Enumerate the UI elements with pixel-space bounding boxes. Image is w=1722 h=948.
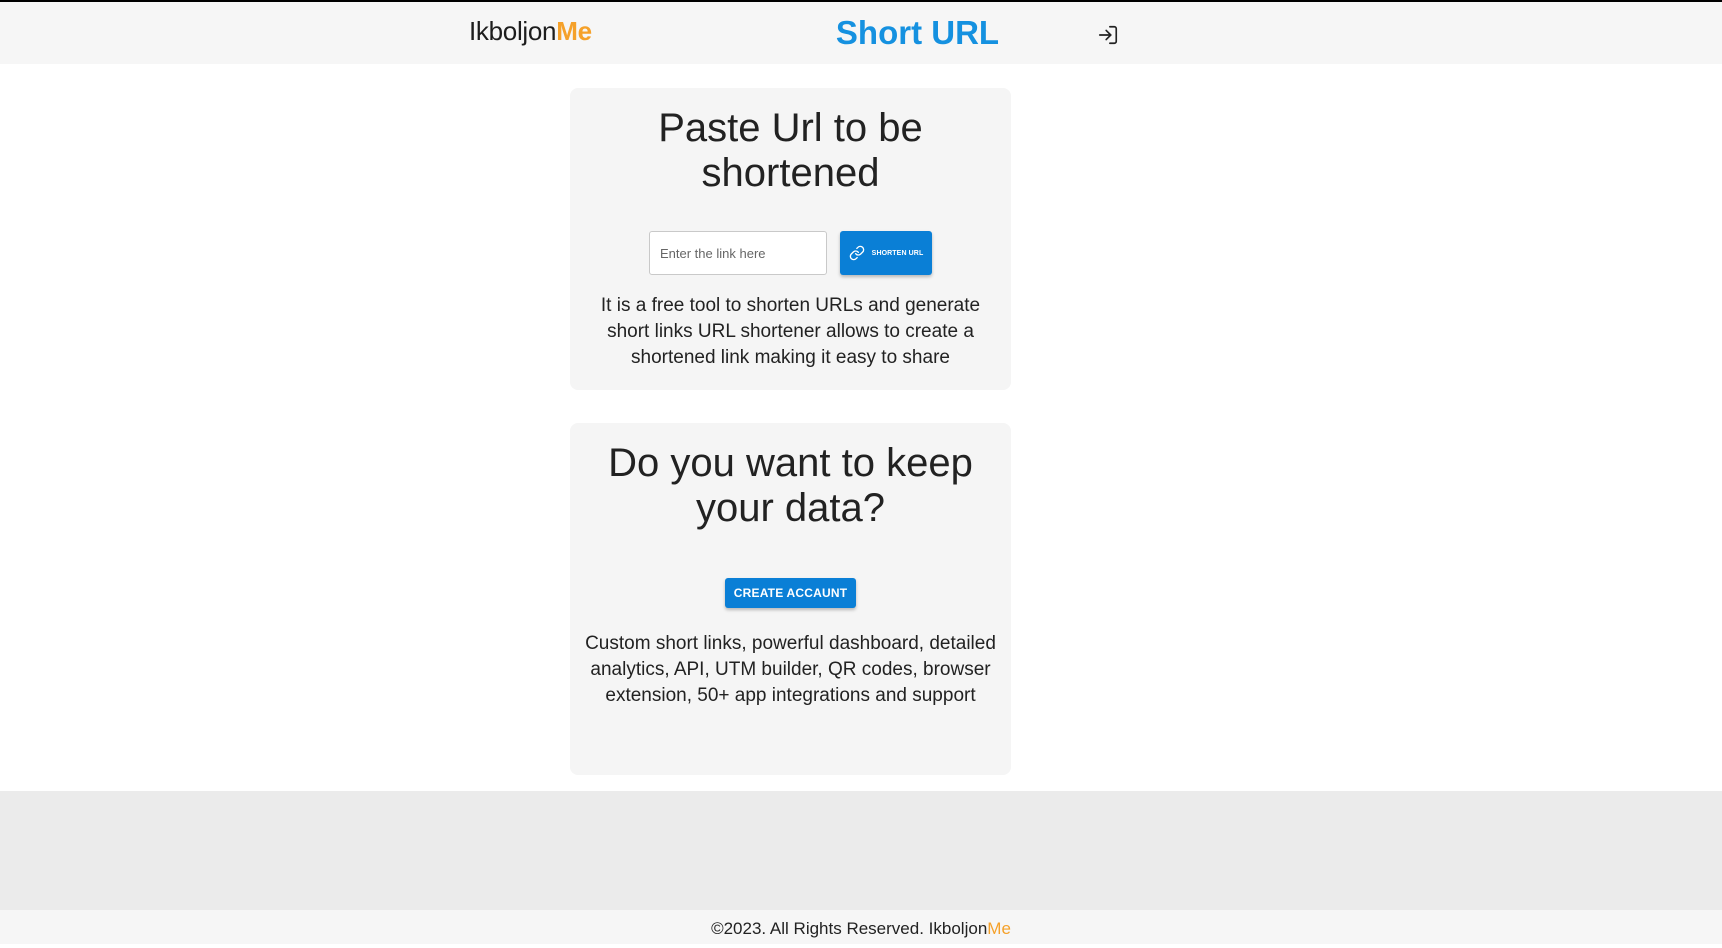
account-heading: Do you want to keep your data? <box>608 441 973 530</box>
sign-in-icon <box>1098 25 1118 45</box>
login-button[interactable] <box>1095 22 1121 48</box>
page-title: Short URL <box>0 14 1722 52</box>
shorten-url-label: SHORTEN URL <box>871 249 924 257</box>
shorten-form: SHORTEN URL <box>649 231 932 275</box>
site-footer: ©2023. All Rights Reserved. IkboljonMe <box>0 910 1722 944</box>
copyright-text: ©2023. All Rights Reserved. <box>711 919 929 938</box>
shorten-heading: Paste Url to be shortened <box>658 106 923 195</box>
account-card: Do you want to keep your data? CREATE AC… <box>570 423 1011 775</box>
shorten-url-button[interactable]: SHORTEN URL <box>840 231 932 275</box>
shorten-card: Paste Url to be shortened SHORTEN URL It… <box>570 88 1011 390</box>
site-header: IkboljonMe Short URL <box>0 2 1722 64</box>
shorten-description: It is a free tool to shorten URLs and ge… <box>600 295 981 368</box>
footer-brand-name: Ikboljon <box>928 919 988 938</box>
account-description: Custom short links, powerful dashboard, … <box>585 633 996 706</box>
footer-band <box>0 791 1722 910</box>
page-title-text: Short URL <box>835 14 1000 51</box>
link-icon <box>849 245 864 261</box>
url-input[interactable] <box>649 231 827 275</box>
create-account-button[interactable]: CREATE ACCAUNT <box>725 578 856 608</box>
footer-brand-accent: Me <box>987 919 1011 938</box>
